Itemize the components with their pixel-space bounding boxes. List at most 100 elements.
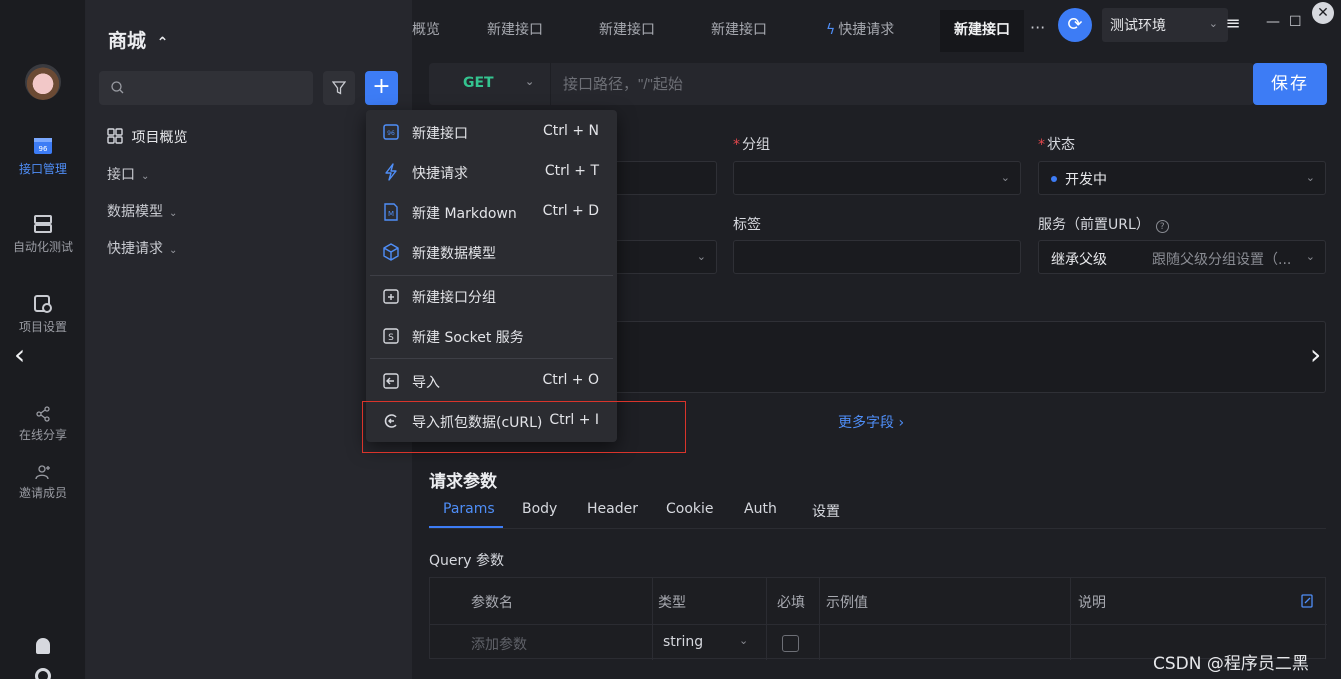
method-select[interactable]: GET ⌄ [429, 63, 551, 105]
menu-item-shortcut: Ctrl + N [542, 123, 599, 139]
menu-item-shortcut: Ctrl + T [544, 163, 599, 179]
service-label: 服务（前置URL）? [1038, 214, 1169, 234]
rail-item-label: 项目设置 [18, 320, 67, 334]
close-button[interactable]: ✕ [1312, 2, 1334, 24]
import-icon [383, 373, 399, 389]
tab-params[interactable]: Params [443, 501, 495, 517]
env-menu-icon[interactable]: ≡ [1217, 8, 1249, 42]
group-select[interactable]: ⌄ [733, 161, 1021, 195]
column-header: 示例值 [826, 595, 868, 611]
menu-item-new-markdown[interactable]: M 新建 Markdown Ctrl + D [366, 192, 617, 232]
search-icon [111, 81, 124, 94]
tab-cookie[interactable]: Cookie [666, 501, 714, 517]
bolt-icon: ϟ [826, 22, 836, 38]
filter-icon [332, 81, 346, 95]
rail-item-online-share[interactable]: 在线分享 [0, 406, 86, 443]
save-button[interactable]: 保存 [1253, 63, 1327, 105]
more-tabs-button[interactable]: ··· [1030, 18, 1045, 37]
menu-item-label: 新建数据模型 [412, 246, 496, 262]
markdown-icon: M [384, 203, 398, 221]
tab-header[interactable]: Header [587, 501, 638, 517]
column-header: 说明 [1078, 595, 1106, 611]
query-params-label: Query 参数 [429, 553, 504, 569]
tree-item-label: 项目概览 [131, 130, 188, 146]
filter-button[interactable] [323, 71, 355, 105]
tree-search [99, 71, 313, 105]
socket-icon: S [383, 328, 399, 344]
chevron-down-icon: ⌄ [169, 208, 178, 219]
avatar[interactable] [25, 64, 61, 100]
status-dot [1051, 176, 1057, 182]
tags-input[interactable] [733, 240, 1021, 274]
env-name: 测试环境 [1110, 18, 1166, 34]
tab-bar: 概览 新建接口 新建接口 新建接口 ϟ 快捷请求 新建接口 ··· ⟳ 测试环境 … [412, 0, 1341, 52]
url-input[interactable] [553, 73, 1233, 95]
chevron-down-icon: ⌄ [1000, 171, 1010, 184]
service-select[interactable]: 继承父级 跟随父级分组设置（... ⌄ [1038, 240, 1326, 274]
column-header: 参数名 [471, 595, 513, 611]
tab-auth[interactable]: Auth [744, 501, 777, 517]
minimize-button[interactable]: — [1266, 14, 1280, 30]
tree-item-quick-request[interactable]: 快捷请求 ⌄ [107, 238, 177, 258]
api-file-icon: 96 [383, 124, 399, 140]
status-label: * 状态 [1038, 137, 1075, 153]
rail-item-label: 接口管理 [18, 162, 67, 176]
env-sync-icon[interactable]: ⟳ [1058, 8, 1092, 42]
rail-item-label: 自动化测试 [12, 240, 73, 254]
left-rail: 96 接口管理 自动化测试 项目设置 在线分享 邀请成员 [0, 0, 86, 679]
chevron-right-icon[interactable]: › [1310, 338, 1321, 371]
rail-item-invite-members[interactable]: 邀请成员 [0, 464, 86, 501]
status-select[interactable]: 开发中 ⌄ [1038, 161, 1326, 195]
bulk-edit-icon[interactable] [1301, 594, 1313, 608]
tab-new-api-1[interactable]: 新建接口 [473, 10, 557, 52]
add-button[interactable]: + [365, 71, 398, 105]
rail-item-automation[interactable]: 自动化测试 [0, 214, 86, 255]
menu-item-new-api[interactable]: 96 新建接口 Ctrl + N [366, 112, 617, 152]
chevron-down-icon: ⌄ [739, 634, 749, 647]
tab-settings[interactable]: 设置 [812, 501, 840, 521]
menu-item-label: 新建接口 [412, 126, 468, 142]
menu-item-import[interactable]: 导入 Ctrl + O [366, 361, 617, 401]
menu-item-label: 新建接口分组 [412, 290, 496, 306]
tree-item-api[interactable]: 接口 ⌄ [107, 164, 149, 184]
chevron-down-icon: ⌄ [1305, 171, 1315, 184]
tab-overview[interactable]: 概览 [398, 10, 454, 52]
grid-icon [107, 128, 123, 144]
gear-icon[interactable] [35, 668, 51, 679]
project-switcher[interactable]: 商城 ⌃ [108, 26, 168, 53]
menu-item-quick-request[interactable]: 快捷请求 Ctrl + T [366, 152, 617, 192]
chevron-down-icon: ⌄ [141, 171, 150, 182]
menu-item-shortcut: Ctrl + O [542, 372, 599, 388]
rail-item-project-settings[interactable]: 项目设置 [0, 294, 86, 335]
svg-text:M: M [388, 210, 394, 218]
tab-quick-request[interactable]: ϟ 快捷请求 [812, 10, 908, 52]
status-value: 开发中 [1065, 172, 1107, 188]
menu-item-shortcut: Ctrl + D [542, 203, 599, 219]
tree-item-overview[interactable]: 项目概览 [107, 127, 187, 147]
env-select[interactable]: 测试环境 ⌄ [1102, 8, 1228, 42]
project-tree-panel: 商城 ⌃ + 项目概览 接口 ⌄ 数据模型 ⌄ 快捷请求 ⌄ [86, 0, 412, 679]
bell-icon[interactable] [36, 638, 50, 654]
search-input[interactable] [133, 77, 303, 99]
menu-item-new-data-model[interactable]: 新建数据模型 [366, 232, 617, 272]
param-type-select[interactable]: string ⌄ [663, 634, 748, 650]
required-checkbox[interactable] [782, 635, 799, 652]
more-fields-link[interactable]: 更多字段 › [838, 412, 904, 432]
method-label: GET [463, 75, 494, 91]
tab-body[interactable]: Body [522, 501, 557, 517]
request-url-row: GET ⌄ [429, 63, 1254, 105]
menu-item-label: 新建 Socket 服务 [412, 330, 524, 346]
menu-item-new-api-group[interactable]: 新建接口分组 [366, 276, 617, 316]
maximize-button[interactable]: ☐ [1289, 14, 1302, 30]
chevron-left-icon[interactable]: ‹ [14, 338, 25, 371]
rail-item-api-management[interactable]: 96 接口管理 [0, 136, 86, 177]
menu-item-new-socket-service[interactable]: S 新建 Socket 服务 [366, 316, 617, 356]
settings-icon [34, 295, 52, 313]
tab-new-api-3[interactable]: 新建接口 [697, 10, 781, 52]
tab-new-api-2[interactable]: 新建接口 [585, 10, 669, 52]
param-name-input[interactable]: 添加参数 [471, 634, 527, 654]
column-header: 类型 [658, 595, 686, 611]
tab-new-api-active[interactable]: 新建接口 [940, 10, 1024, 52]
tree-item-data-model[interactable]: 数据模型 ⌄ [107, 201, 177, 221]
user-add-icon [35, 465, 50, 480]
